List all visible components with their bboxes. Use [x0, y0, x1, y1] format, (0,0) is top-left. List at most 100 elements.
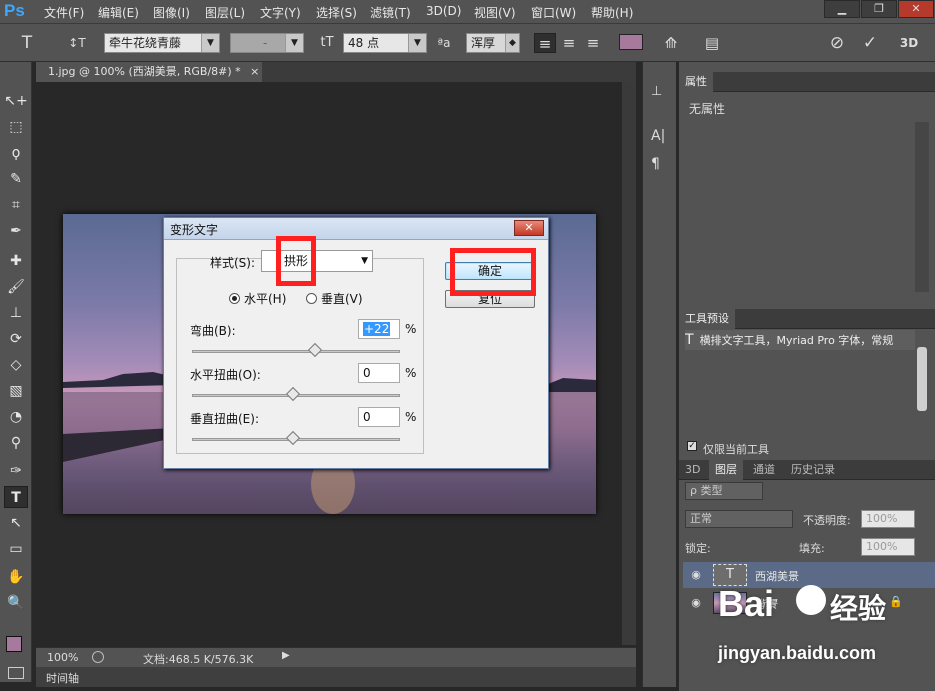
eraser-tool-icon[interactable]: ◇: [4, 354, 28, 376]
menu-view[interactable]: 视图(V): [474, 4, 516, 21]
blend-mode-select[interactable]: 正常: [685, 510, 793, 528]
tab-properties[interactable]: 属性: [679, 72, 713, 92]
quick-mask-icon[interactable]: [8, 667, 24, 679]
zoom-tool-icon[interactable]: 🔍: [4, 592, 28, 614]
tab-layers[interactable]: 图层: [709, 460, 743, 480]
font-family-select[interactable]: 牵牛花绕青藤 ▼: [104, 33, 220, 53]
layer-name[interactable]: 西湖美景: [755, 568, 799, 584]
opacity-input[interactable]: 100%: [861, 510, 915, 528]
vertical-radio[interactable]: [306, 293, 317, 304]
menu-window[interactable]: 窗口(W): [531, 4, 576, 21]
close-window-button[interactable]: ✕: [898, 0, 934, 18]
bend-slider[interactable]: [192, 342, 400, 358]
menu-image[interactable]: 图像(I): [153, 4, 190, 21]
zoom-level[interactable]: 100%: [47, 651, 78, 664]
annotation-box-style: [276, 236, 316, 286]
vertical-scrollbar[interactable]: [622, 82, 636, 645]
visibility-eye-icon[interactable]: ◉: [689, 568, 703, 582]
minimize-button[interactable]: ▁: [824, 0, 860, 18]
restore-button[interactable]: ❐: [861, 0, 897, 18]
tool-preset-item[interactable]: T 横排文字工具，Myriad Pro 字体，常规: [685, 330, 915, 350]
eyedropper-tool-icon[interactable]: ✒: [4, 220, 28, 242]
tab-3d[interactable]: 3D: [679, 460, 706, 480]
cancel-icon[interactable]: ⊘: [826, 33, 848, 53]
visibility-eye-icon[interactable]: ◉: [689, 596, 703, 610]
horizontal-distortion-slider[interactable]: [192, 386, 400, 402]
vertical-distortion-input[interactable]: 0: [358, 407, 400, 427]
timeline-panel-tab[interactable]: 时间轴: [36, 667, 636, 687]
menu-select[interactable]: 选择(S): [316, 4, 357, 21]
warp-text-icon[interactable]: ⟰: [660, 33, 682, 53]
menu-3d[interactable]: 3D(D): [426, 4, 461, 18]
menu-edit[interactable]: 编辑(E): [98, 4, 139, 21]
tool-preset-name: 横排文字工具，Myriad Pro 字体，常规: [699, 334, 894, 347]
percent-label: %: [405, 322, 417, 336]
bend-input[interactable]: +22: [358, 319, 400, 339]
properties-scrollbar[interactable]: [915, 122, 929, 292]
quick-select-tool-icon[interactable]: ✎: [4, 168, 28, 190]
history-brush-tool-icon[interactable]: ⟳: [4, 328, 28, 350]
menu-bar: Ps 文件(F) 编辑(E) 图像(I) 图层(L) 文字(Y) 选择(S) 滤…: [0, 0, 935, 24]
align-center-icon[interactable]: ≡: [558, 33, 580, 53]
tool-presets-scroll-thumb[interactable]: [917, 347, 927, 411]
foreground-color-swatch[interactable]: [6, 636, 22, 652]
horizontal-label: 水平(H): [244, 292, 287, 306]
font-style-select[interactable]: - ▼: [230, 33, 304, 53]
stamp-tool-icon[interactable]: ⊥: [4, 302, 28, 324]
move-tool-icon[interactable]: ↖+: [4, 90, 28, 112]
hand-tool-icon[interactable]: ✋: [4, 566, 28, 588]
baidu-watermark: Bai 经验 jingyan.baidu.com: [718, 583, 918, 673]
text-tool-icon[interactable]: T: [16, 33, 38, 53]
blur-tool-icon[interactable]: ◔: [4, 406, 28, 428]
horizontal-radio[interactable]: [229, 293, 240, 304]
tool-presets-tabbar: 工具预设: [679, 309, 935, 329]
horizontal-distortion-input[interactable]: 0: [358, 363, 400, 383]
panel-icon-strip: ⊥ A| ¶: [642, 62, 676, 687]
dialog-titlebar[interactable]: 变形文字 ✕: [164, 218, 548, 240]
tab-tool-presets[interactable]: 工具预设: [679, 309, 735, 329]
menu-filter[interactable]: 滤镜(T): [370, 4, 411, 21]
3d-button[interactable]: 3D: [898, 33, 920, 53]
commit-icon[interactable]: ✓: [859, 33, 881, 53]
vertical-distortion-slider[interactable]: [192, 430, 400, 446]
paragraph-panel-icon[interactable]: ¶: [651, 156, 669, 176]
tab-history[interactable]: 历史记录: [785, 460, 841, 480]
menu-type[interactable]: 文字(Y): [260, 4, 301, 21]
lasso-tool-icon[interactable]: ϙ: [4, 142, 28, 164]
bend-label: 弯曲(B):: [190, 324, 236, 338]
marquee-tool-icon[interactable]: ⬚: [4, 116, 28, 138]
status-info-icon[interactable]: [92, 651, 104, 663]
text-color-swatch[interactable]: [619, 34, 643, 50]
brush-tool-icon[interactable]: 🖌: [4, 276, 28, 298]
status-menu-arrow-icon[interactable]: ▶: [282, 650, 290, 661]
rectangle-tool-icon[interactable]: ▭: [4, 538, 28, 560]
font-size-select[interactable]: 48 点 ▼: [343, 33, 427, 53]
toggle-orientation-icon[interactable]: ↕T: [66, 33, 88, 53]
font-style-value: -: [263, 36, 268, 50]
fill-input[interactable]: 100%: [861, 538, 915, 556]
menu-help[interactable]: 帮助(H): [591, 4, 633, 21]
path-select-tool-icon[interactable]: ↖: [4, 512, 28, 534]
layer-filter-select[interactable]: ρ 类型: [685, 482, 763, 500]
align-left-icon[interactable]: ≡: [534, 33, 556, 53]
menu-file[interactable]: 文件(F): [44, 4, 84, 21]
current-tool-only-checkbox[interactable]: ✓: [687, 441, 697, 451]
percent-label: %: [405, 366, 417, 380]
gradient-tool-icon[interactable]: ▧: [4, 380, 28, 402]
document-tab[interactable]: 1.jpg @ 100% (西湖美景, RGB/8#) * ×: [36, 62, 262, 82]
font-family-value: 牵牛花绕青藤: [109, 36, 182, 50]
align-right-icon[interactable]: ≡: [582, 33, 604, 53]
pen-tool-icon[interactable]: ✑: [4, 460, 28, 482]
history-panel-icon[interactable]: ⊥: [651, 84, 669, 104]
dialog-close-button[interactable]: ✕: [514, 220, 544, 236]
antialias-select[interactable]: 浑厚 ◆: [466, 33, 520, 53]
crop-tool-icon[interactable]: ⌗: [4, 194, 28, 216]
healing-tool-icon[interactable]: ✚: [4, 250, 28, 272]
tab-channels[interactable]: 通道: [747, 460, 781, 480]
character-panel-icon[interactable]: ▤: [701, 33, 723, 53]
document-tab-close-icon[interactable]: ×: [250, 65, 259, 78]
type-tool-icon[interactable]: T: [4, 486, 28, 508]
menu-layer[interactable]: 图层(L): [205, 4, 245, 21]
character-panel-icon[interactable]: A|: [651, 128, 669, 148]
dodge-tool-icon[interactable]: ⚲: [4, 432, 28, 454]
